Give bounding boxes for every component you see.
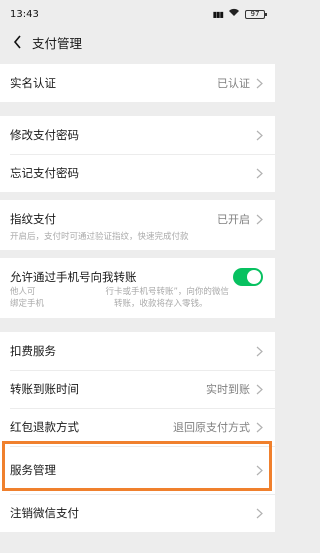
row-label: 注销微信支付	[10, 506, 79, 520]
row-value: 实时到账	[206, 383, 250, 396]
row-phone-transfer: 允许通过手机号向我转账	[0, 258, 275, 296]
chevron-right-icon	[256, 465, 263, 475]
row-value: 已开启	[217, 213, 250, 226]
status-bar: 13:43 ▮▮▮ 97	[0, 0, 275, 28]
chevron-right-icon	[256, 384, 263, 394]
row-label: 服务管理	[10, 463, 56, 477]
row-label: 实名认证	[10, 76, 56, 90]
group-phone-transfer: 允许通过手机号向我转账 他人可 行卡或手机号转账”，向你的微信 绑定手机 转账，收款…	[0, 258, 275, 318]
row-modify-password[interactable]: 修改支付密码	[0, 116, 275, 154]
row-label: 红包退款方式	[10, 420, 79, 434]
row-cancel-wechat-pay[interactable]: 注销微信支付	[0, 494, 275, 532]
row-label: 修改支付密码	[10, 128, 79, 142]
chevron-right-icon	[256, 130, 263, 140]
group-services: 扣费服务 转账到账时间 实时到账 红包退款方式 退回原支付方式 服务管理 注销微…	[0, 332, 275, 532]
row-value: 退回原支付方式	[173, 421, 250, 434]
row-label: 忘记支付密码	[10, 166, 79, 180]
row-service-management[interactable]: 服务管理	[0, 446, 275, 494]
chevron-right-icon	[256, 422, 263, 432]
nav-bar: 支付管理	[0, 28, 275, 56]
row-real-name[interactable]: 实名认证 已认证	[0, 64, 275, 102]
chevron-right-icon	[256, 346, 263, 356]
row-label: 允许通过手机号向我转账	[10, 270, 137, 284]
row-refund-method[interactable]: 红包退款方式 退回原支付方式	[0, 408, 275, 446]
signal-icon: ▮▮▮	[212, 9, 224, 19]
chevron-right-icon	[256, 508, 263, 518]
row-arrival-time[interactable]: 转账到账时间 实时到账	[0, 370, 275, 408]
chevron-right-icon	[256, 78, 263, 88]
row-forgot-password[interactable]: 忘记支付密码	[0, 154, 275, 192]
status-time: 13:43	[10, 8, 39, 20]
row-label: 转账到账时间	[10, 382, 79, 396]
row-label: 扣费服务	[10, 344, 56, 358]
battery-icon: 97	[245, 9, 267, 19]
status-icons: ▮▮▮ 97	[212, 8, 267, 20]
row-fingerprint[interactable]: 指纹支付 已开启	[0, 200, 275, 238]
row-label: 指纹支付	[10, 212, 56, 226]
row-deduction[interactable]: 扣费服务	[0, 332, 275, 370]
chevron-right-icon	[256, 168, 263, 178]
group-realname: 实名认证 已认证	[0, 64, 275, 102]
wifi-icon	[228, 8, 240, 20]
chevron-right-icon	[256, 214, 263, 224]
back-arrow-icon[interactable]	[8, 33, 26, 51]
page-title: 支付管理	[32, 35, 83, 51]
group-fingerprint: 指纹支付 已开启 开启后，支付时可通过验证指纹，快速完成付款	[0, 200, 275, 250]
group-password: 修改支付密码 忘记支付密码	[0, 116, 275, 192]
row-value: 已认证	[217, 77, 250, 90]
phone-transfer-toggle[interactable]	[233, 268, 263, 286]
